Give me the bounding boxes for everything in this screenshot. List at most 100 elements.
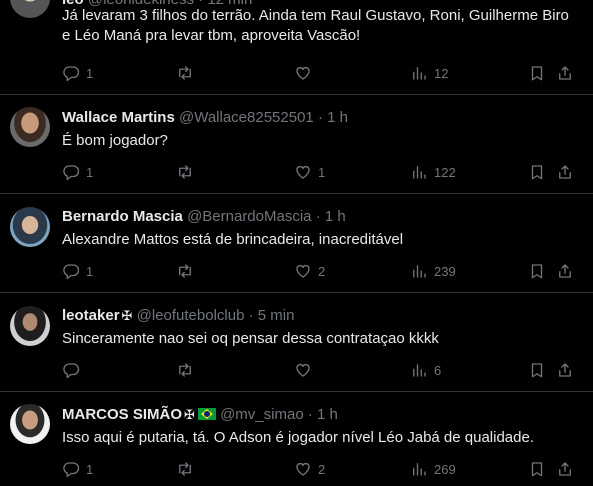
author-handle[interactable]: @Wallace82552501 [179,109,314,126]
view-count: 12 [434,65,449,81]
reply-count: 1 [86,263,94,279]
author-name[interactable]: Wallace Martins [62,109,175,126]
share-button[interactable] [556,161,574,183]
share-button[interactable] [556,458,574,480]
like-button[interactable]: 1 [294,161,325,183]
views-icon [410,163,428,181]
avatar[interactable] [10,404,50,444]
share-icon [556,460,574,478]
heart-icon [294,262,312,280]
cross-emoji: ✠ [184,407,195,422]
bookmark-button[interactable] [528,161,546,183]
views-button[interactable]: 122 [410,161,456,183]
heart-icon [294,361,312,379]
bookmark-icon [528,361,546,379]
action-bar: 1 2 239 [58,260,583,282]
author-name[interactable]: Bernardo Mascia [62,208,183,225]
reply-icon [62,460,80,478]
views-icon [410,262,428,280]
reply-count: 1 [86,164,94,180]
avatar[interactable] [10,107,50,147]
retweet-button[interactable] [176,359,200,381]
bookmark-icon [528,163,546,181]
reply-button[interactable] [62,359,86,381]
separator: · [307,406,313,423]
share-icon [556,262,574,280]
views-icon [410,64,428,82]
action-bar: 1 1 122 [58,161,583,183]
like-count: 2 [318,263,326,279]
views-icon [410,460,428,478]
retweet-icon [176,163,194,181]
author-name[interactable]: MARCOS SIMÃO [62,406,182,423]
like-button[interactable]: 2 [294,458,325,480]
avatar[interactable] [10,207,50,247]
avatar[interactable] [10,306,50,346]
reply-icon [62,163,80,181]
timestamp[interactable]: 1 h [325,208,346,225]
bookmark-icon [528,64,546,82]
tweet-item[interactable]: leo @leonidekiness · 12 min Já levaram 3… [0,0,593,95]
author-handle[interactable]: @leofutebolclub [137,307,245,324]
author-name[interactable]: leotaker [62,307,120,324]
view-count: 269 [434,461,456,477]
share-button[interactable] [556,260,574,282]
tweet-header: Bernardo Mascia @BernardoMascia · 1 h [62,208,346,226]
like-count: 2 [318,461,326,477]
separator: · [317,109,323,126]
retweet-button[interactable] [176,458,200,480]
tweet-text: Sinceramente nao sei oq pensar dessa con… [62,330,439,347]
bookmark-icon [528,262,546,280]
reply-button[interactable]: 1 [62,62,93,84]
retweet-icon [176,64,194,82]
tweet-text: Já levaram 3 filhos do terrão. Ainda tem… [62,7,569,44]
share-icon [556,64,574,82]
views-button[interactable]: 12 [410,62,448,84]
reply-button[interactable]: 1 [62,458,93,480]
tweet-item[interactable]: leotaker ✠ @leofutebolclub · 5 min Sincer… [0,293,593,392]
avatar[interactable] [10,0,50,18]
reply-icon [62,361,80,379]
reply-count: 1 [86,65,94,81]
bookmark-button[interactable] [528,359,546,381]
like-button[interactable] [294,359,318,381]
share-button[interactable] [556,62,574,84]
heart-icon [294,163,312,181]
bookmark-icon [528,460,546,478]
tweet-text: Alexandre Mattos está de brincadeira, in… [62,231,404,248]
retweet-icon [176,262,194,280]
retweet-button[interactable] [176,260,200,282]
views-button[interactable]: 269 [410,458,456,480]
brazil-flag-icon [197,408,216,420]
bookmark-button[interactable] [528,458,546,480]
share-icon [556,163,574,181]
tweet-text: É bom jogador? [62,132,168,149]
author-handle[interactable]: @mv_simao [220,406,304,423]
share-icon [556,361,574,379]
timestamp[interactable]: 1 h [327,109,348,126]
like-button[interactable]: 2 [294,260,325,282]
retweet-button[interactable] [176,161,200,183]
reply-icon [62,64,80,82]
view-count: 122 [434,164,456,180]
separator: · [248,307,254,324]
tweet-header: MARCOS SIMÃO ✠ @mv_simao · 1 h [62,406,338,424]
tweet-item[interactable]: MARCOS SIMÃO ✠ @mv_simao · 1 h Isso aqui … [0,392,593,486]
view-count: 6 [434,362,442,378]
bookmark-button[interactable] [528,260,546,282]
heart-icon [294,460,312,478]
reply-button[interactable]: 1 [62,260,93,282]
retweet-button[interactable] [176,62,200,84]
tweet-item[interactable]: Bernardo Mascia @BernardoMascia · 1 h Al… [0,194,593,293]
timestamp[interactable]: 5 min [258,307,295,324]
share-button[interactable] [556,359,574,381]
tweet-header: leotaker ✠ @leofutebolclub · 5 min [62,307,294,325]
tweet-item[interactable]: Wallace Martins @Wallace82552501 · 1 h É… [0,95,593,194]
like-button[interactable] [294,62,318,84]
timestamp[interactable]: 1 h [317,406,338,423]
views-button[interactable]: 6 [410,359,441,381]
bookmark-button[interactable] [528,62,546,84]
reply-button[interactable]: 1 [62,161,93,183]
views-button[interactable]: 239 [410,260,456,282]
author-handle[interactable]: @BernardoMascia [187,208,311,225]
